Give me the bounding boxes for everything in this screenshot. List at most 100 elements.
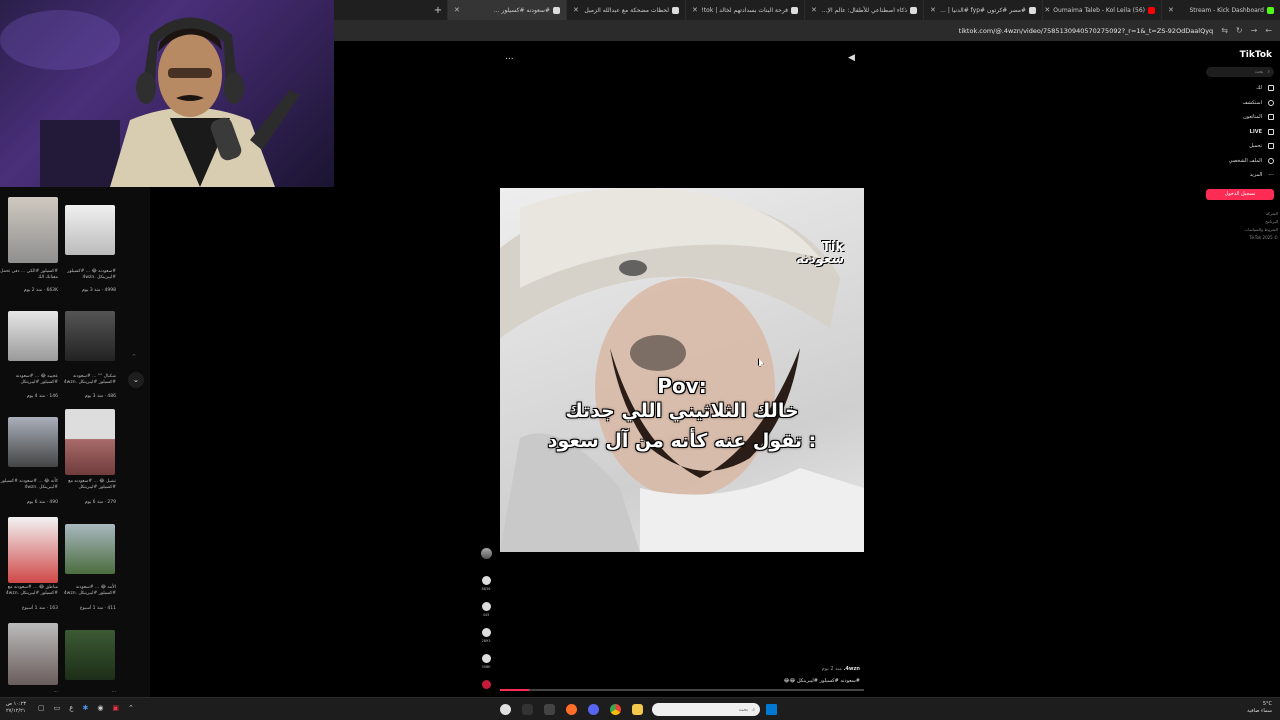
video-stats: 279 · منذ 6 يوم (84, 500, 116, 505)
clock[interactable]: ١٠:٢٣ ص ٢٧/١٢/٢١ (6, 701, 26, 715)
more-options-icon[interactable]: ... (505, 52, 514, 62)
browser-tab[interactable]: (56) Oumaima Taleb - Kol Leila ✕ (1042, 0, 1161, 20)
tiktok-favicon-icon (910, 6, 917, 14)
app-tray-icon[interactable]: ▣ (112, 704, 119, 712)
nav-item-more[interactable]: المزيد ··· (1200, 168, 1280, 183)
author-avatar[interactable] (480, 548, 492, 561)
video-caption: #سعودنه 😂 ... #كسيلور #ليبرينكل .4wzn (67, 269, 116, 280)
video-caption: مناطق 😂 ... #سعودنه مع #كسيلور #ليبرينكل… (5, 585, 58, 596)
comment-button[interactable]: 445 (480, 602, 492, 617)
forward-icon[interactable]: → (1251, 26, 1258, 35)
browser-tab[interactable]: ذكاء اصطناعي للأطفال: عالم الإ... ✕ (804, 0, 923, 20)
firefox-icon[interactable] (566, 704, 577, 715)
video-thumbnail[interactable] (65, 205, 115, 255)
nav-item-live[interactable]: LIVE (1200, 125, 1280, 140)
tab-title: لحظات مضحكة مع عبدالله الزميل (584, 6, 669, 14)
close-icon[interactable]: ✕ (573, 6, 579, 14)
close-icon[interactable]: ✕ (1168, 6, 1174, 14)
taskbar: ١٠:٢٣ ص ٢٧/١٢/٢١ ▢ ▭ ع ✱ ◉ ▣ ⌃ بحث ⌕ 5°C… (0, 697, 1280, 720)
video-thumbnail[interactable] (65, 524, 115, 574)
language-indicator[interactable]: ع (69, 704, 73, 712)
comment-count: 445 (482, 613, 490, 617)
video-thumbnail[interactable] (8, 517, 58, 583)
tiktok-sidebar: TikTok بحث ⌕ لك استكشف المتابَعون LIVE ت… (1200, 50, 1280, 310)
weather-widget[interactable]: 5°C سماء صافية (1200, 701, 1272, 715)
capcut-icon[interactable] (522, 704, 533, 715)
taskbar-search-input[interactable]: بحث ⌕ (652, 703, 760, 716)
footer-link[interactable]: الشركة (1200, 210, 1278, 218)
video-thumbnail[interactable] (65, 409, 115, 475)
notification-icon[interactable]: ▢ (38, 704, 45, 712)
video-stats: 146 · منذ 4 يوم (26, 394, 58, 399)
close-icon[interactable]: ✕ (811, 6, 817, 14)
search-icon: ⌕ (1267, 70, 1270, 75)
video-thumbnail[interactable] (65, 630, 115, 680)
video-overlay-title: Pov: (657, 374, 707, 398)
tiktok-favicon-icon (553, 6, 560, 14)
author-name[interactable]: 4wzn. (844, 666, 860, 672)
save-button[interactable]: 2893 (480, 628, 492, 643)
video-player[interactable]: Tik سعودنه Pov: خالك الثلاثيني اللي جدتك… (500, 188, 864, 552)
scroll-up-icon[interactable]: ⌃ (131, 353, 137, 361)
chevron-up-icon[interactable]: ⌃ (128, 704, 134, 712)
video-thumbnail[interactable] (65, 311, 115, 361)
footer-link[interactable]: البرنامج (1200, 218, 1278, 226)
new-tab-button[interactable]: + (429, 5, 447, 16)
volume-icon[interactable]: ◀︎ (848, 53, 855, 63)
search-icon: ⌕ (752, 706, 755, 713)
close-icon[interactable]: ✕ (930, 6, 936, 14)
nav-item-profile[interactable]: الملف الشخصي (1200, 154, 1280, 169)
video-thumbnail[interactable] (8, 417, 58, 467)
video-stats: 490 · منذ 6 يوم (26, 500, 58, 505)
like-button[interactable]: 8836 (480, 576, 492, 591)
video-progress-bar[interactable] (500, 689, 864, 691)
user-icon (1268, 114, 1274, 121)
back-icon[interactable]: ← (1265, 26, 1272, 35)
video-thumbnail[interactable] (8, 197, 58, 263)
file-explorer-icon[interactable] (632, 704, 643, 715)
windows-start-icon[interactable] (766, 704, 777, 715)
extensions-icon[interactable]: ⇆ (1221, 26, 1228, 35)
close-icon[interactable]: ✕ (1044, 6, 1050, 14)
search-placeholder: بحث (1254, 69, 1264, 75)
tab-title: ذكاء اصطناعي للأطفال: عالم الإ... (821, 6, 907, 14)
search-placeholder: بحث (738, 706, 749, 713)
url-text[interactable]: tiktok.com/@.4wzn/video/7585130940570275… (959, 27, 1213, 35)
browser-tab[interactable]: #مصر #كرتون #fyp #الدنيا | ... ✕ (923, 0, 1042, 20)
app-icon[interactable] (500, 704, 511, 715)
close-icon[interactable]: ✕ (692, 6, 698, 14)
app-tray-icon[interactable]: ◉ (97, 704, 103, 712)
nav-item-for-you[interactable]: لك (1200, 81, 1280, 96)
share-button[interactable]: 308K (480, 654, 492, 669)
video-thumbnail[interactable] (8, 311, 58, 361)
terminal-icon[interactable] (544, 704, 555, 715)
tab-title: فرحة البنات بسدادتهم لخالد | tok! (701, 6, 788, 14)
search-input[interactable]: بحث ⌕ (1206, 67, 1274, 77)
profile-icon (1268, 157, 1274, 164)
browser-tab[interactable]: Stream - Kick Dashboard ✕ (1161, 0, 1280, 20)
nav-item-upload[interactable]: تحميل (1200, 139, 1280, 154)
close-icon[interactable]: ✕ (454, 6, 460, 14)
reload-icon[interactable]: ↻ (1236, 26, 1243, 35)
nav-item-explore[interactable]: استكشف (1200, 96, 1280, 111)
bluetooth-icon[interactable]: ✱ (82, 704, 88, 712)
footer-link[interactable]: الشروط والسياسات (1200, 226, 1278, 234)
monitor-icon[interactable]: ▭ (54, 704, 61, 712)
browser-tab[interactable]: فرحة البنات بسدادتهم لخالد | tok! ✕ (685, 0, 804, 20)
chrome-icon[interactable] (610, 704, 621, 715)
browser-tab-active[interactable]: #سعودنه #كسيلور ... ✕ (447, 0, 566, 20)
nav-label: LIVE (1249, 128, 1262, 135)
video-thumbnail[interactable] (8, 623, 58, 685)
youtube-favicon-icon (1148, 6, 1155, 14)
nav-item-following[interactable]: المتابَعون (1200, 110, 1280, 125)
weather-temp: 5°C (1262, 701, 1272, 707)
scroll-down-button[interactable]: ⌄ (128, 372, 144, 388)
discord-icon[interactable] (588, 704, 599, 715)
browser-tab[interactable]: لحظات مضحكة مع عبدالله الزميل ✕ (566, 0, 685, 20)
tiktok-logo[interactable]: TikTok (1200, 50, 1280, 64)
login-button[interactable]: تسجيل الدخول (1206, 188, 1274, 200)
video-caption: ... (111, 689, 116, 694)
nav-label: المتابَعون (1243, 114, 1262, 121)
music-disc-icon[interactable] (480, 680, 492, 691)
share-icon (481, 654, 491, 663)
